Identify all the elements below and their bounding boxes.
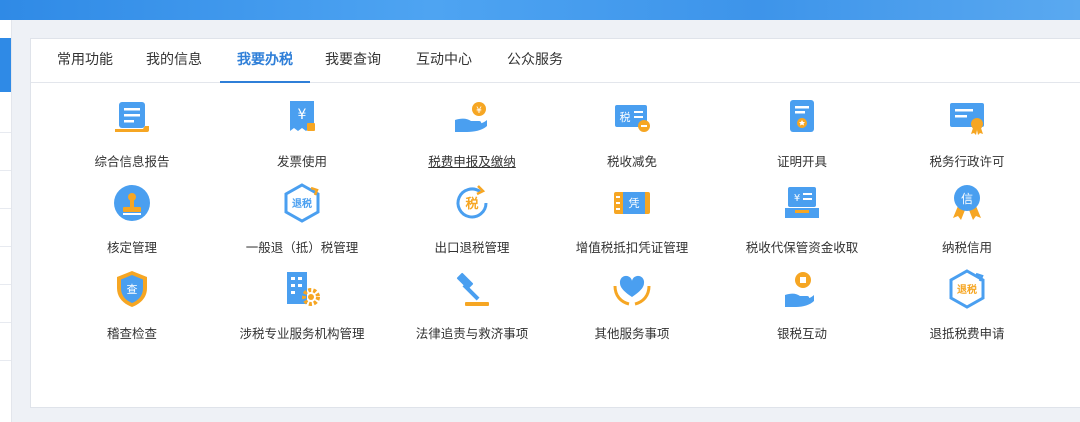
svg-text:¥: ¥	[476, 106, 482, 116]
service-item-export-refund[interactable]: 税 出口退税管理	[387, 168, 557, 255]
service-item-admin-license[interactable]: 税务行政许可	[882, 82, 1052, 169]
credit-medal-icon: 信	[946, 182, 988, 224]
refund-hex-icon: 退税	[946, 268, 988, 310]
sidebar-divider	[0, 132, 11, 133]
left-sidebar	[0, 20, 12, 422]
sidebar-divider	[0, 246, 11, 247]
voucher-icon: 凭	[611, 182, 653, 224]
service-item-certificate[interactable]: 证明开具	[717, 82, 887, 169]
service-item-invoice[interactable]: ¥ 发票使用	[217, 82, 387, 169]
service-item-general-refund[interactable]: 退税 一般退（抵）税管理	[217, 168, 387, 255]
svg-text:凭: 凭	[629, 196, 640, 210]
stamp-icon	[111, 182, 153, 224]
svg-text:税: 税	[465, 196, 478, 212]
service-item-vat-voucher[interactable]: 凭 增值税抵扣凭证管理	[547, 168, 717, 255]
service-panel: 常用功能 我的信息 我要办税 我要查询 互动中心 公众服务 综合信息报告 ¥ 发…	[30, 38, 1080, 408]
building-gear-icon	[281, 268, 323, 310]
tax-payment-icon: ¥	[451, 96, 493, 138]
service-item-tax-credit[interactable]: 信 纳税信用	[882, 168, 1052, 255]
sidebar-divider	[0, 360, 11, 361]
service-item-assessment[interactable]: 核定管理	[47, 168, 217, 255]
service-item-tax-reduction[interactable]: 税 税收减免	[547, 82, 717, 169]
service-grid: 综合信息报告 ¥ 发票使用 ¥ 税费申报及缴纳 税 税收减免 证明开具 税务行政…	[31, 82, 1071, 402]
report-icon	[111, 96, 153, 138]
service-item-label: 稽查检查	[106, 326, 157, 341]
gavel-icon	[451, 268, 493, 310]
service-item-label: 银税互动	[776, 326, 827, 341]
service-item-legal-remedy[interactable]: 法律追责与救济事项	[387, 254, 557, 341]
cash-register-icon: ¥	[781, 182, 823, 224]
tab-interaction-center[interactable]: 互动中心	[404, 39, 484, 82]
sidebar-divider	[0, 322, 11, 323]
service-item-custody-funds[interactable]: ¥ 税收代保管资金收取	[717, 168, 887, 255]
invoice-icon: ¥	[281, 96, 323, 138]
service-item-label: 涉税专业服务机构管理	[239, 326, 365, 341]
tab-bar: 常用功能 我的信息 我要办税 我要查询 互动中心 公众服务	[31, 39, 1080, 83]
service-item-agency-management[interactable]: 涉税专业服务机构管理	[217, 254, 387, 341]
service-item-tax-payment[interactable]: ¥ 税费申报及缴纳	[387, 82, 557, 169]
service-item-info-report[interactable]: 综合信息报告	[47, 82, 217, 169]
top-banner	[0, 0, 1080, 20]
svg-text:¥: ¥	[298, 107, 307, 123]
heart-hands-icon	[611, 268, 653, 310]
service-item-label: 法律追责与救济事项	[415, 326, 529, 341]
inspect-shield-icon: 查	[111, 268, 153, 310]
sidebar-active-item[interactable]	[0, 38, 11, 92]
export-refund-icon: 税	[451, 182, 493, 224]
sidebar-divider	[0, 208, 11, 209]
service-item-label: 其他服务事项	[594, 326, 670, 341]
refund-shield-icon: 退税	[281, 182, 323, 224]
sidebar-divider	[0, 170, 11, 171]
service-item-inspection[interactable]: 查 稽查检查	[47, 254, 217, 341]
tab-common-functions[interactable]: 常用功能	[45, 39, 125, 82]
service-item-bank-tax[interactable]: 银税互动	[717, 254, 887, 341]
tab-public-service[interactable]: 公众服务	[495, 39, 575, 82]
sidebar-divider	[0, 284, 11, 285]
svg-text:查: 查	[127, 282, 138, 296]
tab-my-info[interactable]: 我的信息	[134, 39, 214, 82]
license-icon	[946, 96, 988, 138]
svg-text:信: 信	[961, 192, 973, 206]
svg-text:退税: 退税	[292, 197, 312, 210]
svg-text:税: 税	[620, 110, 631, 124]
svg-text:退税: 退税	[957, 283, 977, 296]
service-item-label: 退抵税费申请	[929, 326, 1005, 341]
tab-query[interactable]: 我要查询	[313, 39, 393, 82]
certificate-icon	[781, 96, 823, 138]
service-item-other-services[interactable]: 其他服务事项	[547, 254, 717, 341]
service-item-refund-application[interactable]: 退税 退抵税费申请	[882, 254, 1052, 341]
coin-hand-icon	[781, 268, 823, 310]
svg-text:¥: ¥	[794, 193, 800, 204]
tab-tax-handling[interactable]: 我要办税	[220, 39, 310, 83]
tax-reduction-icon: 税	[611, 96, 653, 138]
